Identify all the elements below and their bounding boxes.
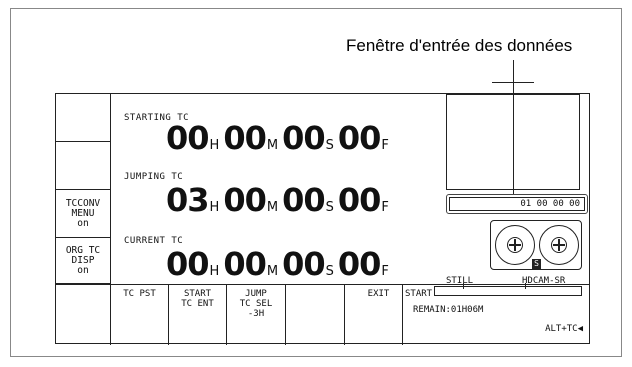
tape-badge: S [532, 259, 541, 269]
fkey-blank-1[interactable] [56, 285, 111, 345]
starting-tc-value: 00 H 00 M 00 S 00 F [166, 114, 393, 154]
jumping-tc-minutes: 00 [223, 181, 267, 219]
frames-unit: F [381, 264, 389, 279]
jumping-tc-value: 03 H 00 M 00 S 00 F [166, 176, 393, 216]
alt-tc-hint: ALT+TC◀ [545, 324, 583, 334]
current-tc-value: 00 H 00 M 00 S 00 F [166, 240, 393, 280]
seconds-unit: S [325, 200, 334, 215]
jumping-tc-frames: 00 [337, 181, 382, 219]
fkey-blank-2[interactable] [286, 285, 345, 345]
org-tc-disp-state: on [77, 264, 89, 276]
start-label: START [405, 289, 433, 299]
data-entry-window[interactable]: 01 00 00 00 [446, 194, 588, 214]
function-key-row: TC PST START TC ENT JUMP TC SEL -3H EXIT… [56, 284, 589, 345]
hours-unit: H [209, 200, 220, 215]
jump-tc-sel-line-2: TC SEL [239, 299, 273, 309]
current-tc-frames: 00 [337, 245, 382, 283]
start-tc-ent-button[interactable]: START TC ENT [169, 285, 227, 345]
minutes-unit: M [266, 200, 279, 215]
tc-pst-button[interactable]: TC PST [111, 285, 169, 345]
starting-tc-minutes: 00 [223, 119, 267, 157]
start-tc-ent-line-2: TC ENT [181, 299, 214, 309]
start-tc-ent-line-1: START [183, 289, 212, 299]
hours-unit: H [209, 138, 220, 153]
remain-time: REMAIN:01H06M [413, 305, 484, 315]
jump-tc-sel-line-1: JUMP [245, 289, 267, 299]
starting-tc-hours: 00 [166, 119, 210, 157]
tc-conv-menu-state: on [77, 217, 89, 229]
seconds-unit: S [325, 264, 334, 279]
jumping-tc-hours: 03 [166, 181, 210, 219]
org-tc-disp-line-1: ORG TC [65, 244, 101, 256]
frames-unit: F [381, 200, 389, 215]
right-reel-icon [539, 225, 579, 265]
org-tc-disp-button[interactable]: ORG TC DISP on [56, 238, 111, 284]
starting-tc-seconds: 00 [282, 119, 326, 157]
hours-unit: H [209, 264, 220, 279]
frames-unit: F [381, 138, 389, 153]
side-button-2[interactable] [56, 142, 111, 190]
org-tc-disp-line-2: DISP [71, 254, 95, 266]
minutes-unit: M [266, 138, 279, 153]
current-tc-hours: 00 [166, 245, 210, 283]
starting-tc-frames: 00 [337, 119, 382, 157]
video-preview-window [446, 94, 580, 190]
data-entry-window-caption: Fenêtre d'entrée des données [346, 36, 573, 55]
data-entry-value: 01 00 00 00 [449, 197, 585, 211]
minutes-unit: M [266, 264, 279, 279]
current-tc-minutes: 00 [223, 245, 267, 283]
seconds-unit: S [325, 138, 334, 153]
tc-conv-menu-line-1: TCCONV [65, 197, 101, 209]
tc-menu-screen: TCCONV MENU on ORG TC DISP on STARTING T… [55, 93, 590, 345]
jump-tc-sel-button[interactable]: JUMP TC SEL -3H [227, 285, 286, 345]
tc-conv-menu-line-2: MENU [71, 207, 95, 219]
start-label-area: START [403, 285, 433, 345]
jumping-tc-seconds: 00 [282, 181, 326, 219]
side-button-1[interactable] [56, 94, 111, 142]
jump-tc-sel-line-3: -3H [247, 309, 265, 319]
tc-pst-label: TC PST [123, 289, 156, 299]
exit-button[interactable]: EXIT [345, 285, 403, 345]
tape-cassette-icon: S [490, 220, 582, 270]
exit-label: EXIT [367, 289, 390, 299]
tc-conv-menu-button[interactable]: TCCONV MENU on [56, 190, 111, 238]
left-reel-icon [495, 225, 535, 265]
current-tc-seconds: 00 [282, 245, 326, 283]
